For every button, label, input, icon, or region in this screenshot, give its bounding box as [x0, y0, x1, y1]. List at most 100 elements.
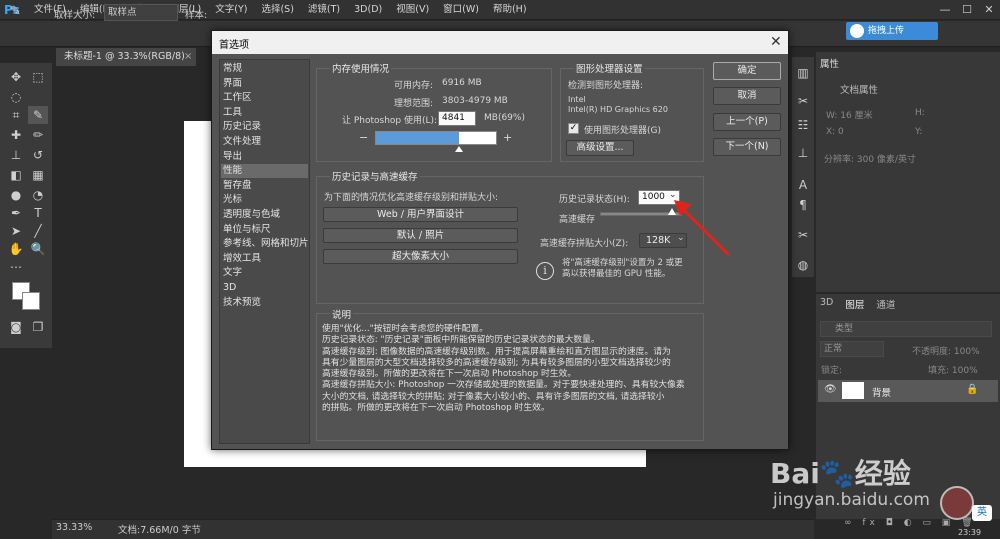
blend-mode-select[interactable]: 正常: [820, 341, 884, 357]
nav-item[interactable]: 增效工具: [221, 252, 308, 266]
history-brush-icon[interactable]: ↺: [28, 146, 48, 164]
nav-item[interactable]: 文字: [221, 266, 308, 280]
lock-icon[interactable]: 🔒: [966, 384, 978, 395]
close-window-button[interactable]: ✕: [978, 0, 1000, 20]
height-field[interactable]: H:: [915, 108, 925, 118]
nav-item[interactable]: 界面: [221, 77, 308, 91]
nav-item[interactable]: 参考线、网格和切片: [221, 237, 309, 251]
ok-button[interactable]: 确定: [713, 62, 781, 80]
sample-size-select[interactable]: 取样点: [104, 4, 178, 21]
close-tab-icon[interactable]: ×: [184, 48, 192, 66]
use-gpu-checkbox[interactable]: ✓: [568, 123, 579, 134]
decrease-memory-icon[interactable]: −: [359, 131, 368, 144]
tools-preset-icon[interactable]: ✂: [793, 226, 813, 244]
nav-item[interactable]: 性能: [221, 164, 308, 179]
web-ui-preset-button[interactable]: Web / 用户界面设计: [323, 207, 518, 222]
nav-item[interactable]: 技术预览: [221, 296, 308, 310]
use-gpu-label[interactable]: 使用图形处理器(G): [584, 123, 661, 136]
document-properties-label: 文档属性: [840, 85, 879, 96]
history-panel-icon[interactable]: ▥: [793, 64, 813, 82]
memory-usage-input[interactable]: 4841: [438, 111, 476, 126]
pen-tool-icon[interactable]: ✒: [6, 204, 26, 222]
tab-3d[interactable]: 3D: [820, 297, 833, 311]
width-field[interactable]: W: 16 厘米: [826, 108, 873, 121]
nav-item[interactable]: 工作区: [221, 91, 308, 105]
resolution-label: 分辨率: 300 像素/英寸: [824, 155, 916, 165]
hand-tool-icon[interactable]: ✋: [6, 240, 26, 258]
zoom-tool-icon[interactable]: 🔍: [28, 240, 48, 258]
next-button[interactable]: 下一个(N): [713, 138, 781, 156]
cancel-button[interactable]: 取消: [713, 87, 781, 105]
menu-select[interactable]: 选择(S): [261, 0, 293, 20]
background-color-swatch[interactable]: [22, 292, 40, 310]
previous-button[interactable]: 上一个(P): [713, 113, 781, 131]
close-icon[interactable]: ✕: [770, 33, 782, 51]
menu-3d[interactable]: 3D(D): [354, 0, 382, 20]
gpu-tip-line-2: 高以获得最佳的 GPU 性能。: [562, 269, 671, 279]
nav-item[interactable]: 文件处理: [221, 135, 308, 149]
default-photo-preset-button[interactable]: 默认 / 照片: [323, 228, 518, 243]
3d-panel-icon[interactable]: ◍: [793, 256, 813, 274]
screen-mode-icon[interactable]: ❐: [28, 318, 48, 336]
crop-tool-icon[interactable]: ⌗: [6, 106, 26, 124]
menu-view[interactable]: 视图(V): [396, 0, 429, 20]
lasso-tool-icon[interactable]: ◌: [6, 88, 26, 106]
path-select-icon[interactable]: ➤: [6, 222, 26, 240]
ime-language-badge[interactable]: 英: [972, 505, 992, 521]
opacity-field[interactable]: 不透明度: 100%: [912, 344, 980, 357]
menu-window[interactable]: 窗口(W): [443, 0, 479, 20]
layer-filter-select[interactable]: 类型: [820, 321, 992, 337]
nav-item[interactable]: 3D: [221, 281, 308, 295]
line-tool-icon[interactable]: ╱: [28, 222, 48, 240]
history-cache-title: 历史记录与高速缓存: [330, 169, 420, 183]
nav-item[interactable]: 工具: [221, 106, 308, 120]
nav-item[interactable]: 单位与标尺: [221, 223, 308, 237]
huge-pixel-preset-button[interactable]: 超大像素大小: [323, 249, 518, 264]
eyedropper-tool-icon[interactable]: ✎: [28, 106, 48, 124]
stamp-panel-icon[interactable]: ⊥: [793, 144, 813, 162]
brush-panel-icon[interactable]: ✂: [793, 92, 813, 110]
paragraph-panel-icon[interactable]: ¶: [793, 196, 813, 214]
menu-help[interactable]: 帮助(H): [493, 0, 527, 20]
nav-item[interactable]: 暂存盘: [221, 179, 308, 193]
document-tab[interactable]: 未标题-1 @ 33.3%(RGB/8): [56, 48, 196, 66]
nav-item[interactable]: 导出: [221, 150, 308, 164]
dodge-tool-icon[interactable]: ◔: [28, 186, 48, 204]
blur-tool-icon[interactable]: ●: [6, 186, 26, 204]
adjust-panel-icon[interactable]: ☷: [793, 116, 813, 134]
type-tool-icon[interactable]: T: [28, 204, 48, 222]
nav-item[interactable]: 透明度与色域: [221, 208, 308, 222]
quick-mask-icon[interactable]: ◙: [6, 318, 26, 336]
eyedropper-icon[interactable]: ✎: [10, 4, 21, 19]
increase-memory-icon[interactable]: +: [503, 131, 512, 144]
character-panel-icon[interactable]: A: [793, 176, 813, 194]
nav-item[interactable]: 历史记录: [221, 120, 308, 134]
maximize-button[interactable]: ☐: [956, 0, 978, 20]
y-field[interactable]: Y:: [915, 127, 922, 137]
visibility-eye-icon[interactable]: 👁: [824, 384, 837, 395]
move-tool-icon[interactable]: ✥: [6, 68, 26, 86]
memory-slider-thumb[interactable]: [454, 146, 463, 152]
gradient-tool-icon[interactable]: ▦: [28, 166, 48, 184]
layer-name[interactable]: 背景: [872, 385, 891, 399]
tab-layers[interactable]: 图层: [845, 297, 864, 311]
gpu-model: Intel(R) HD Graphics 620: [568, 105, 668, 114]
minimize-button[interactable]: —: [934, 0, 956, 20]
menu-filter[interactable]: 滤镜(T): [308, 0, 340, 20]
healing-tool-icon[interactable]: ✚: [6, 126, 26, 144]
more-tools-icon[interactable]: ⋯: [6, 258, 26, 276]
menu-type[interactable]: 文字(Y): [215, 0, 247, 20]
eraser-tool-icon[interactable]: ◧: [6, 166, 26, 184]
zoom-level[interactable]: 33.33%: [56, 522, 92, 533]
stamp-tool-icon[interactable]: ⊥: [6, 146, 26, 164]
advanced-settings-button[interactable]: 高级设置...: [566, 140, 634, 156]
description-line: 具有少量图层的大型文档选择较多的高速缓存级别; 为具有较多图层的小型文档选择较少…: [322, 357, 671, 368]
x-field[interactable]: X: 0: [826, 127, 844, 137]
marquee-tool-icon[interactable]: ⬚: [28, 68, 48, 86]
tab-channels[interactable]: 通道: [876, 297, 895, 311]
properties-tab[interactable]: 属性: [820, 56, 839, 70]
nav-item[interactable]: 光标: [221, 193, 308, 207]
nav-item[interactable]: 常规: [221, 62, 308, 76]
fill-field[interactable]: 填充: 100%: [928, 363, 978, 376]
brush-tool-icon[interactable]: ✏: [28, 126, 48, 144]
